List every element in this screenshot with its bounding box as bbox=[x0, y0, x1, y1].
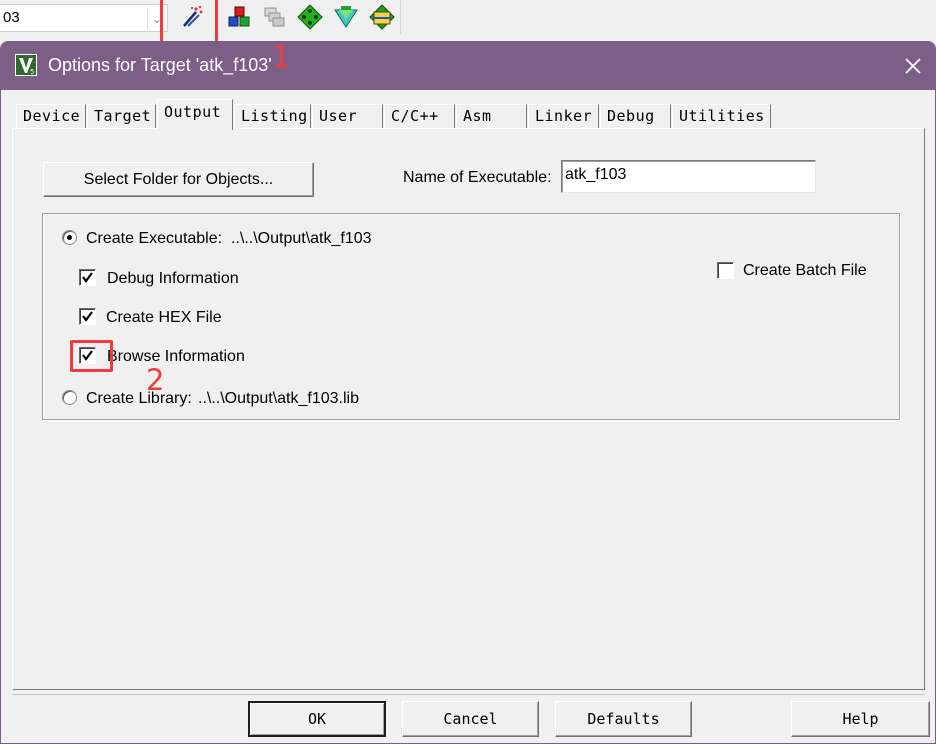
name-of-executable-input[interactable]: atk_f103 bbox=[561, 160, 816, 193]
create-library-radio[interactable] bbox=[62, 390, 77, 405]
checkmark-icon bbox=[82, 311, 93, 322]
annotation-number-1: 1 bbox=[272, 41, 291, 74]
radio-selected-dot bbox=[67, 235, 72, 240]
svg-text:5: 5 bbox=[30, 68, 34, 76]
tab-listing[interactable]: Listing bbox=[234, 104, 311, 128]
help-label: Help bbox=[842, 710, 879, 728]
bottom-separator bbox=[12, 694, 925, 695]
file-extensions-button[interactable] bbox=[259, 2, 289, 32]
toolbar: 03 ⌄ bbox=[0, 0, 936, 44]
name-of-executable-label: Name of Executable: bbox=[403, 169, 552, 186]
select-packs-icon bbox=[334, 6, 358, 28]
dialog-title: Options for Target 'atk_f103' bbox=[48, 55, 272, 75]
browse-information-label: Browse Information bbox=[107, 348, 245, 365]
create-batch-file-checkbox[interactable] bbox=[717, 262, 734, 279]
manage-run-time-environment-icon bbox=[369, 4, 395, 30]
help-button[interactable]: Help bbox=[791, 701, 930, 737]
checkmark-icon bbox=[82, 272, 93, 283]
tab-debug[interactable]: Debug bbox=[600, 104, 671, 128]
select-packs-button[interactable] bbox=[331, 2, 361, 32]
options-dialog: 5 Options for Target 'atk_f103' 1 Device… bbox=[0, 41, 936, 744]
close-button[interactable] bbox=[891, 46, 935, 86]
toolbar-separator bbox=[400, 0, 401, 34]
create-hex-label: Create HEX File bbox=[106, 309, 222, 326]
create-executable-label: Create Executable: bbox=[86, 230, 223, 247]
ok-button[interactable]: OK bbox=[248, 701, 386, 737]
close-icon bbox=[905, 58, 921, 74]
debug-information-checkbox[interactable] bbox=[79, 269, 96, 286]
tab-asm[interactable]: Asm bbox=[456, 104, 527, 128]
pack-installer-button[interactable] bbox=[295, 2, 325, 32]
debug-information-label: Debug Information bbox=[107, 270, 239, 287]
manage-project-items-button[interactable] bbox=[224, 2, 254, 32]
keil-app-icon: 5 bbox=[15, 54, 37, 76]
tab-device[interactable]: Device bbox=[16, 104, 86, 128]
tab-c-cpp[interactable]: C/C++ bbox=[384, 104, 455, 128]
manage-project-items-icon bbox=[228, 6, 250, 27]
defaults-label: Defaults bbox=[587, 710, 660, 728]
target-select-value: 03 bbox=[3, 9, 20, 26]
create-executable-path: ..\..\Output\atk_f103 bbox=[231, 230, 372, 247]
create-hex-checkbox[interactable] bbox=[79, 308, 96, 325]
file-extensions-icon bbox=[264, 7, 285, 27]
ok-label: OK bbox=[307, 710, 327, 728]
tab-user[interactable]: User bbox=[312, 104, 383, 128]
create-library-path: ..\..\Output\atk_f103.lib bbox=[198, 390, 359, 407]
pack-installer-icon bbox=[297, 4, 323, 30]
tab-output[interactable]: Output bbox=[157, 99, 233, 130]
tab-linker[interactable]: Linker bbox=[528, 104, 599, 128]
target-select[interactable]: 03 ⌄ bbox=[0, 4, 168, 32]
manage-run-time-environment-button[interactable] bbox=[367, 2, 397, 32]
dialog-titlebar[interactable]: 5 Options for Target 'atk_f103' 1 bbox=[1, 41, 935, 90]
cancel-button[interactable]: Cancel bbox=[402, 701, 539, 737]
select-folder-button[interactable]: Select Folder for Objects... bbox=[43, 162, 314, 197]
create-batch-file-label: Create Batch File bbox=[743, 262, 867, 279]
create-executable-radio[interactable] bbox=[62, 230, 77, 245]
create-library-label: Create Library: bbox=[86, 390, 192, 407]
annotation-highlight-1 bbox=[160, 0, 218, 44]
select-folder-label: Select Folder for Objects... bbox=[83, 170, 274, 188]
tab-utilities[interactable]: Utilities bbox=[672, 104, 771, 128]
defaults-button[interactable]: Defaults bbox=[555, 701, 692, 737]
cancel-label: Cancel bbox=[443, 710, 498, 728]
annotation-highlight-2 bbox=[70, 340, 113, 372]
tab-target[interactable]: Target bbox=[87, 104, 156, 128]
